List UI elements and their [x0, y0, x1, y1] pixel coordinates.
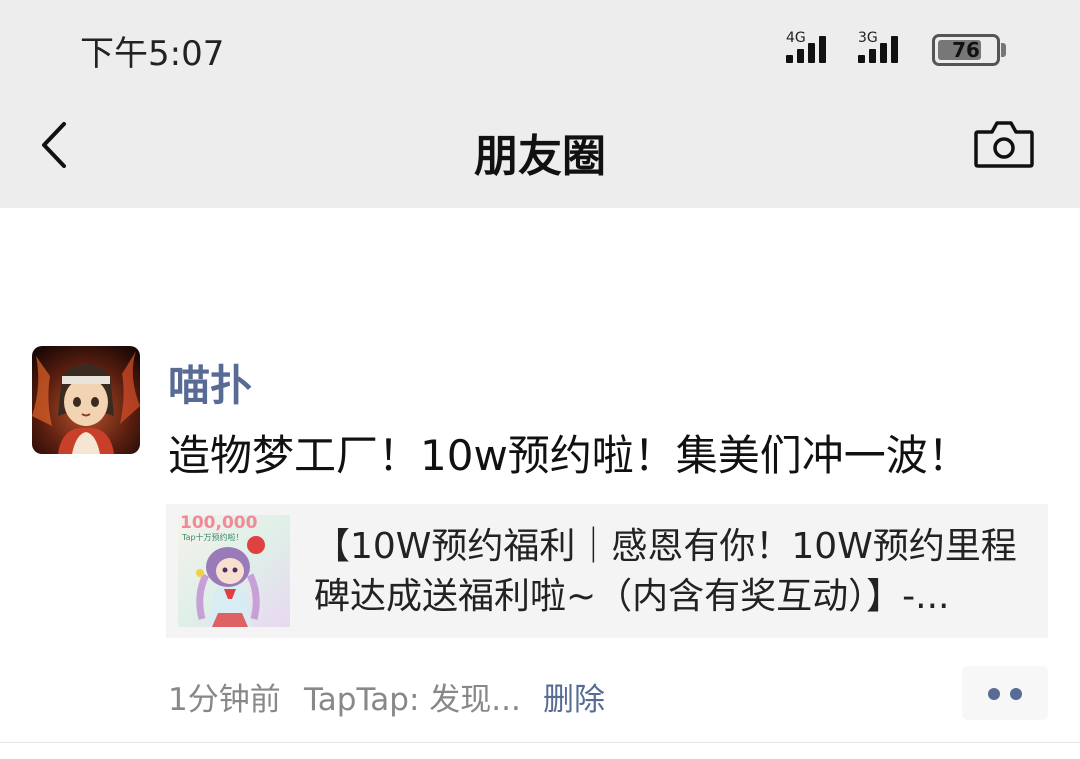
link-title: 【10W预约福利｜感恩有你！10W预约里程碑达成送福利啦~（内含有奖互动）】-.… [314, 526, 1017, 617]
camera-icon [974, 121, 1034, 168]
thumb-big-number: 100,000 [180, 515, 258, 533]
post-username[interactable]: 喵扑 [168, 352, 252, 413]
signal-3g-icon: 3G [858, 30, 922, 66]
battery-icon: 76 [932, 34, 1000, 66]
post-timestamp: 1分钟前 [168, 682, 281, 718]
signal-4g-icon: 4G [786, 30, 850, 66]
battery-level: 76 [952, 38, 980, 62]
more-button[interactable] [962, 666, 1048, 720]
status-bar: 下午5:07 4G 3G 76 [0, 0, 1080, 100]
more-dots-icon [1010, 688, 1022, 700]
divider [0, 742, 1080, 743]
camera-button[interactable] [972, 118, 1036, 172]
shared-link-card[interactable]: 100,000 Tap十万预约啦！ 【10W预约福利｜感恩有你！10W预约里程碑… [166, 504, 1048, 638]
avatar-image [32, 346, 140, 454]
delete-button[interactable]: 删除 [543, 674, 605, 719]
battery-nub [1001, 43, 1006, 57]
post-text: 造物梦工厂！10w预约啦！集美们冲一波！ [168, 431, 970, 480]
thumb-caption: Tap十万预约啦！ [181, 532, 244, 542]
more-dots-icon [988, 688, 1000, 700]
avatar[interactable] [32, 346, 140, 454]
status-time: 下午5:07 [80, 34, 225, 74]
link-thumbnail: 100,000 Tap十万预约啦！ [178, 515, 290, 627]
nav-bar: 朋友圈 [0, 100, 1080, 208]
page-title: 朋友圈 [474, 131, 606, 182]
post-source[interactable]: TapTap: 发现... [304, 674, 521, 719]
